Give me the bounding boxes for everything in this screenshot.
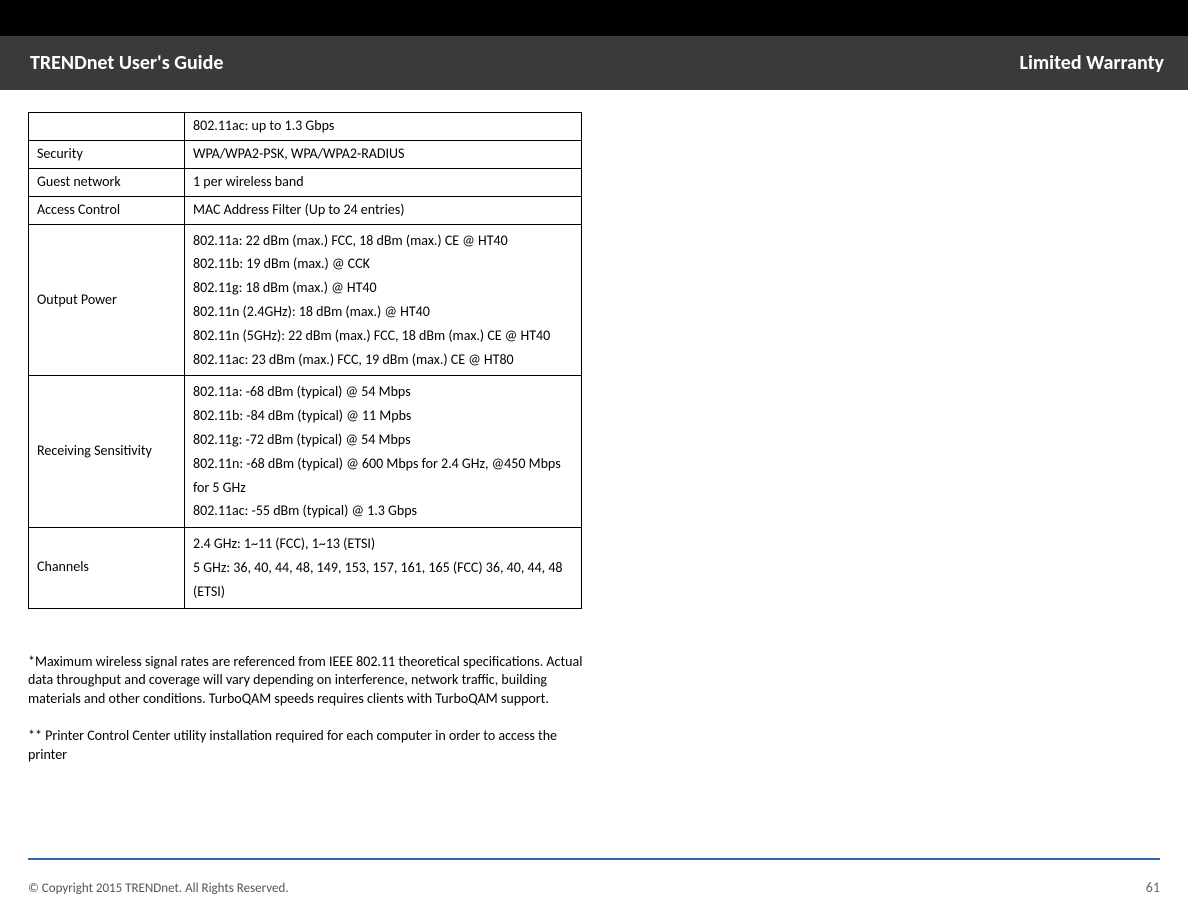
spec-table: 802.11ac: up to 1.3 GbpsSecurityWPA/WPA2… (28, 112, 582, 609)
spec-value: MAC Address Filter (Up to 24 entries) (185, 196, 582, 224)
spec-value-line: 802.11n (5GHz): 22 dBm (max.) FCC, 18 dB… (193, 324, 573, 348)
spec-label: Receiving Sensitivity (29, 376, 185, 528)
spec-value-line: 5 GHz: 36, 40, 44, 48, 149, 153, 157, 16… (193, 556, 573, 604)
spec-label (29, 113, 185, 141)
footer-rule (28, 858, 1160, 860)
header-bar: TRENDnet User's Guide Limited Warranty (0, 36, 1188, 90)
table-row: Guest network1 per wireless band (29, 168, 582, 196)
table-row: Access ControlMAC Address Filter (Up to … (29, 196, 582, 224)
spec-value-line: 802.11a: 22 dBm (max.) FCC, 18 dBm (max.… (193, 229, 573, 253)
table-row: 802.11ac: up to 1.3 Gbps (29, 113, 582, 141)
spec-value-line: 2.4 GHz: 1~11 (FCC), 1~13 (ETSI) (193, 532, 573, 556)
content-area: 802.11ac: up to 1.3 GbpsSecurityWPA/WPA2… (0, 90, 620, 765)
table-row: Channels2.4 GHz: 1~11 (FCC), 1~13 (ETSI)… (29, 528, 582, 608)
copyright-text: © Copyright 2015 TRENDnet. All Rights Re… (28, 881, 289, 896)
spec-value-line: 802.11b: 19 dBm (max.) @ CCK (193, 252, 573, 276)
footnotes: *Maximum wireless signal rates are refer… (28, 653, 588, 765)
footer: © Copyright 2015 TRENDnet. All Rights Re… (28, 879, 1160, 896)
spec-label: Security (29, 140, 185, 168)
spec-label: Access Control (29, 196, 185, 224)
section-title: Limited Warranty (1020, 51, 1164, 75)
spec-value-line: 802.11g: -72 dBm (typical) @ 54 Mbps (193, 428, 573, 452)
spec-value-line: 802.11g: 18 dBm (max.) @ HT40 (193, 276, 573, 300)
table-row: Output Power 802.11a: 22 dBm (max.) FCC, … (29, 224, 582, 376)
spec-value-line: 802.11n: -68 dBm (typical) @ 600 Mbps fo… (193, 452, 573, 500)
spec-value: WPA/WPA2-PSK, WPA/WPA2-RADIUS (185, 140, 582, 168)
spec-label: Channels (29, 528, 185, 608)
spec-label: Guest network (29, 168, 185, 196)
spec-value: 2.4 GHz: 1~11 (FCC), 1~13 (ETSI)5 GHz: 3… (185, 528, 582, 608)
spec-value-line: 802.11ac: -55 dBm (typical) @ 1.3 Gbps (193, 499, 573, 523)
spec-value: 802.11a: -68 dBm (typical) @ 54 Mbps802.… (185, 376, 582, 528)
spec-value: 802.11a: 22 dBm (max.) FCC, 18 dBm (max.… (185, 224, 582, 376)
footnote-2: ** Printer Control Center utility instal… (28, 727, 588, 765)
footnote-1: *Maximum wireless signal rates are refer… (28, 653, 588, 710)
table-row: Receiving Sensitivity802.11a: -68 dBm (t… (29, 376, 582, 528)
spec-value-line: 802.11n (2.4GHz): 18 dBm (max.) @ HT40 (193, 300, 573, 324)
doc-title: TRENDnet User's Guide (30, 51, 223, 75)
page-number: 61 (1146, 879, 1160, 896)
table-row: SecurityWPA/WPA2-PSK, WPA/WPA2-RADIUS (29, 140, 582, 168)
spec-value: 1 per wireless band (185, 168, 582, 196)
spec-value-line: 802.11a: -68 dBm (typical) @ 54 Mbps (193, 380, 573, 404)
top-bar (0, 0, 1188, 36)
spec-value-line: 802.11ac: 23 dBm (max.) FCC, 19 dBm (max… (193, 348, 573, 372)
spec-value: 802.11ac: up to 1.3 Gbps (185, 113, 582, 141)
spec-value-line: 802.11b: -84 dBm (typical) @ 11 Mpbs (193, 404, 573, 428)
spec-label: Output Power (29, 224, 185, 376)
